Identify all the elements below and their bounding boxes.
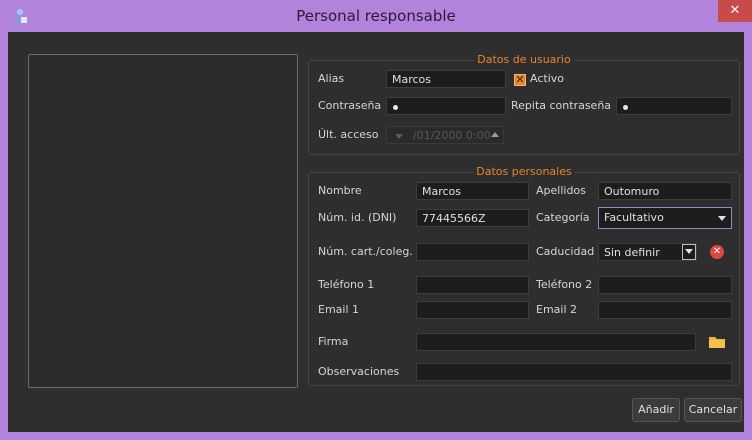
add-button[interactable]: Añadir <box>632 398 680 422</box>
datos-usuario-title: Datos de usuario <box>474 53 574 66</box>
telefono2-input[interactable] <box>598 276 732 294</box>
alias-input[interactable]: Marcos <box>386 70 506 88</box>
categoria-select[interactable]: Facultativo <box>598 207 732 229</box>
activo-label: Activo <box>530 72 564 85</box>
dni-label: Núm. id. (DNI) <box>318 211 397 224</box>
password-input[interactable] <box>386 97 506 115</box>
email1-label: Email 1 <box>318 303 360 316</box>
spin-up-icon[interactable] <box>491 132 499 137</box>
folder-icon[interactable] <box>708 334 726 350</box>
telefono1-label: Teléfono 1 <box>318 278 375 291</box>
caducidad-date[interactable]: Sin definir <box>598 243 697 261</box>
photo-area[interactable] <box>28 54 298 388</box>
repeat-password-input[interactable] <box>616 97 732 115</box>
cart-input[interactable] <box>416 243 529 261</box>
email2-input[interactable] <box>598 301 732 319</box>
caducidad-dropdown-button[interactable] <box>682 244 696 260</box>
caducidad-label: Caducidad <box>536 245 595 258</box>
activo-checkbox[interactable]: ✕ <box>514 74 526 86</box>
apellidos-label: Apellidos <box>536 184 586 197</box>
chevron-down-icon <box>718 216 726 221</box>
observaciones-input[interactable] <box>416 363 732 381</box>
telefono1-input[interactable] <box>416 276 529 294</box>
repeat-password-label: Repita contraseña <box>511 99 612 112</box>
observaciones-label: Observaciones <box>318 365 400 378</box>
window-title: Personal responsable <box>296 7 456 25</box>
datos-personales-title: Datos personales <box>473 165 575 178</box>
apellidos-input[interactable]: Outomuro <box>598 182 732 200</box>
nombre-label: Nombre <box>318 184 362 197</box>
title-bar[interactable]: Personal responsable ✕ <box>0 0 752 32</box>
last-access-label: Últ. acceso <box>318 128 379 141</box>
last-access-datetime[interactable]: /01/2000 0:00 <box>386 126 504 144</box>
close-icon: ✕ <box>729 3 741 18</box>
dni-input[interactable]: 77445566Z <box>416 209 529 227</box>
last-access-value: /01/2000 0:00 <box>413 129 491 142</box>
dialog-body: Datos de usuario Alias Marcos ✕ Activo C… <box>8 32 744 432</box>
spin-down-icon[interactable] <box>395 134 403 139</box>
close-button[interactable]: ✕ <box>718 0 752 22</box>
alias-label: Alias <box>318 72 345 85</box>
clear-icon[interactable]: ✕ <box>710 245 724 259</box>
categoria-label: Categoría <box>536 211 590 224</box>
nombre-input[interactable]: Marcos <box>416 182 529 200</box>
firma-input[interactable] <box>416 333 696 351</box>
telefono2-label: Teléfono 2 <box>536 278 593 291</box>
password-label: Contraseña <box>318 99 382 112</box>
caducidad-value: Sin definir <box>604 246 660 259</box>
cancel-button[interactable]: Cancelar <box>684 398 742 422</box>
email1-input[interactable] <box>416 301 529 319</box>
firma-label: Firma <box>318 335 349 348</box>
categoria-value: Facultativo <box>604 211 664 224</box>
email2-label: Email 2 <box>536 303 578 316</box>
chevron-down-icon <box>685 249 693 254</box>
cart-label: Núm. cart./coleg. <box>318 245 413 258</box>
